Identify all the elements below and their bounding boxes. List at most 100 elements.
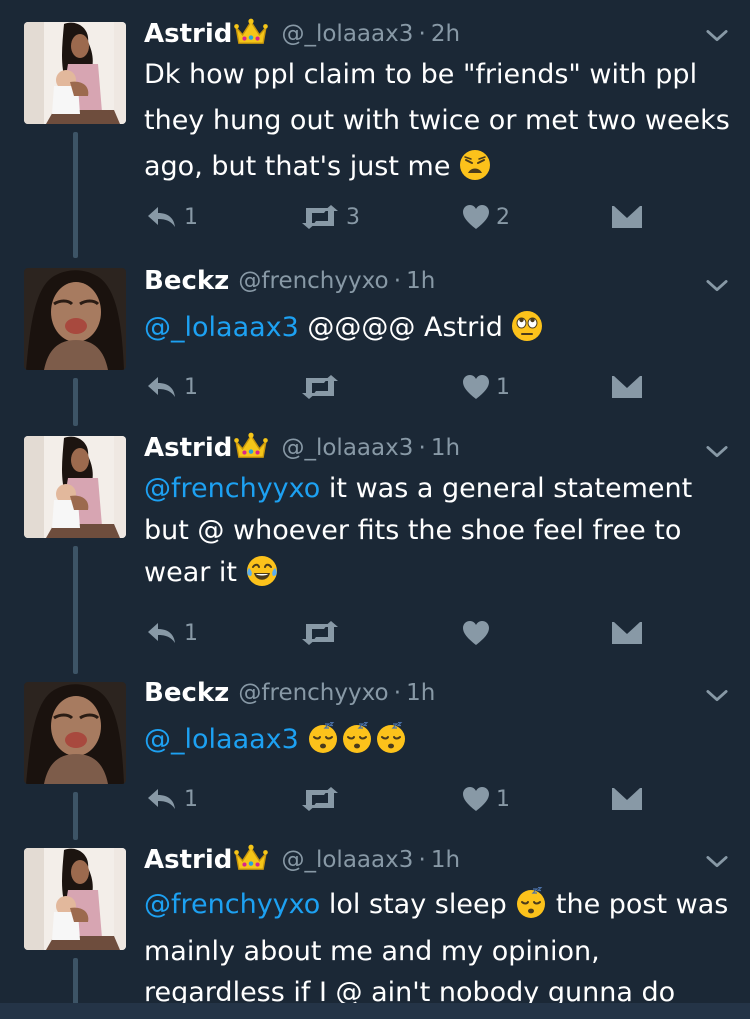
retweet-button[interactable]: 3 [300,200,360,234]
separator: · [418,21,426,47]
bottom-bar [0,1003,750,1019]
display-name[interactable]: Astrid [144,19,232,49]
like-count: 2 [496,204,510,230]
tweet-text: @frenchyyxo it was a general statement b… [144,468,734,600]
reply-icon [146,621,178,645]
tweet[interactable]: Beckz @frenchyyxo · 1h @_lolaaax3 @@@@ A… [0,258,750,426]
heart-icon [462,786,490,812]
like-button[interactable]: 1 [462,370,510,404]
user-handle[interactable]: @frenchyyxo [238,268,388,294]
reply-button[interactable]: 1 [146,616,198,650]
thread-line [73,546,78,674]
tweet-actions: 1 [144,616,664,650]
crown-emoji [234,844,268,876]
dm-button[interactable] [612,200,642,234]
envelope-icon [612,206,642,228]
timestamp[interactable]: 1h [431,847,460,873]
like-button[interactable] [462,616,496,650]
timestamp[interactable]: 1h [406,268,435,294]
retweet-icon [300,204,340,230]
reply-icon [146,375,178,399]
chevron-down-icon[interactable] [706,444,728,463]
tweet-header: Astrid @_lolaaax3 · 1h [144,432,460,464]
dm-button[interactable] [612,616,642,650]
tweet-text: @frenchyyxo lol stay sleep the post was … [144,884,734,1019]
retweet-button[interactable] [300,782,346,816]
tweet-text-part: lol stay sleep [320,889,516,920]
sleeping-face-emoji [341,722,373,767]
timestamp[interactable]: 1h [406,680,435,706]
reply-button[interactable]: 1 [146,782,198,816]
like-count: 1 [496,786,510,812]
reply-button[interactable]: 1 [146,200,198,234]
like-button[interactable]: 1 [462,782,510,816]
tweet-header: Beckz @frenchyyxo · 1h [144,266,435,296]
display-name[interactable]: Beckz [144,678,229,708]
user-handle[interactable]: @_lolaaax3 [281,21,413,47]
chevron-down-icon[interactable] [706,688,728,707]
user-handle[interactable]: @_lolaaax3 [281,435,413,461]
tweet[interactable]: Astrid @_lolaaax3 · 1h @frenchyyxo lol s… [0,840,750,1019]
tweet-actions: 1 1 [144,370,664,404]
tweet-text: @_lolaaax3 @@@@ Astrid [144,306,734,355]
separator: · [393,268,401,294]
crown-emoji [234,432,268,464]
tweet-actions: 1 3 2 [144,200,664,234]
reply-icon [146,205,178,229]
user-handle[interactable]: @_lolaaax3 [281,847,413,873]
display-name[interactable]: Astrid [144,845,232,875]
avatar[interactable] [24,268,126,370]
heart-icon [462,204,490,230]
sleeping-face-emoji [307,722,339,767]
tweet[interactable]: Astrid @_lolaaax3 · 1h @frenchyyxo it wa… [0,426,750,674]
mention-link[interactable]: @_lolaaax3 [144,724,299,755]
user-handle[interactable]: @frenchyyxo [238,680,388,706]
tweet[interactable]: Beckz @frenchyyxo · 1h @_lolaaax3 1 1 [0,674,750,840]
reply-icon [146,787,178,811]
mention-link[interactable]: @frenchyyxo [144,889,320,920]
tweet-text: @_lolaaax3 [144,718,734,767]
chevron-down-icon[interactable] [706,28,728,47]
separator: · [393,680,401,706]
reply-button[interactable]: 1 [146,370,198,404]
envelope-icon [612,788,642,810]
tweet-header: Astrid @_lolaaax3 · 2h [144,18,460,50]
tears-of-joy-emoji [246,555,278,600]
reply-count: 1 [184,786,198,812]
tweet-text: Dk how ppl claim to be "friends" with pp… [144,52,734,196]
sleeping-face-emoji [375,722,407,767]
heart-icon [462,374,490,400]
tweet[interactable]: Astrid @_lolaaax3 · 2h Dk how ppl claim … [0,0,750,258]
display-name[interactable]: Beckz [144,266,229,296]
retweet-count: 3 [346,204,360,230]
envelope-icon [612,622,642,644]
chevron-down-icon[interactable] [706,278,728,297]
avatar[interactable] [24,848,126,950]
retweet-button[interactable] [300,616,346,650]
crown-emoji [234,18,268,50]
display-name[interactable]: Astrid [144,433,232,463]
heart-icon [462,620,490,646]
chevron-down-icon[interactable] [706,854,728,873]
avatar[interactable] [24,22,126,124]
eye-roll-emoji [511,310,543,355]
retweet-icon [300,374,340,400]
retweet-button[interactable] [300,370,346,404]
timestamp[interactable]: 1h [431,435,460,461]
sleeping-face-emoji [515,887,547,931]
avatar[interactable] [24,682,126,784]
tweet-actions: 1 1 [144,782,664,816]
timestamp[interactable]: 2h [431,21,460,47]
reply-count: 1 [184,620,198,646]
dm-button[interactable] [612,782,642,816]
tweet-text-part [299,724,308,755]
mention-link[interactable]: @_lolaaax3 [144,312,299,343]
thread-line [73,378,78,426]
avatar[interactable] [24,436,126,538]
tweet-text-part: @@@@ Astrid [298,312,512,343]
dm-button[interactable] [612,370,642,404]
like-button[interactable]: 2 [462,200,510,234]
mention-link[interactable]: @frenchyyxo [144,473,320,504]
separator: · [418,847,426,873]
reply-count: 1 [184,204,198,230]
